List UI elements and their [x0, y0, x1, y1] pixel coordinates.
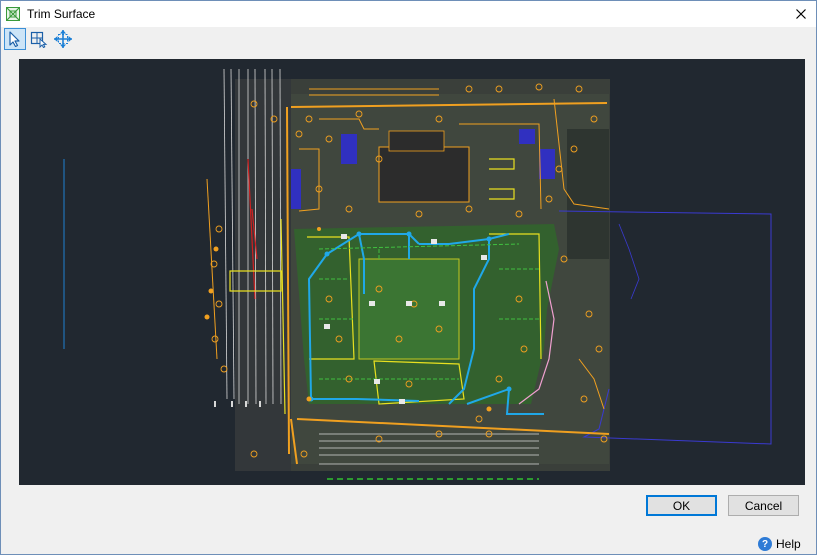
trim-surface-icon	[6, 7, 20, 21]
toolbar	[1, 27, 816, 53]
dialog-title: Trim Surface	[27, 7, 96, 21]
help-link[interactable]: ? Help	[758, 535, 801, 553]
trim-surface-dialog: Trim Surface OK Cancel ? Help	[0, 0, 817, 555]
cancel-button[interactable]: Cancel	[728, 495, 799, 516]
help-label: Help	[776, 537, 801, 551]
boundary-select-tool-button[interactable]	[28, 28, 50, 50]
close-button[interactable]	[786, 1, 816, 27]
arrow-pointer-icon	[9, 31, 20, 47]
pan-tool-button[interactable]	[52, 28, 74, 50]
close-icon	[796, 9, 806, 19]
title-bar[interactable]: Trim Surface	[1, 1, 816, 27]
drawing-preview-viewport[interactable]	[19, 59, 805, 485]
ok-button[interactable]: OK	[646, 495, 717, 516]
help-icon: ?	[758, 537, 772, 551]
boundary-select-icon	[30, 31, 48, 48]
pan-move-icon	[54, 30, 72, 48]
site-plan-drawing	[63, 68, 772, 480]
select-tool-button[interactable]	[4, 28, 26, 50]
